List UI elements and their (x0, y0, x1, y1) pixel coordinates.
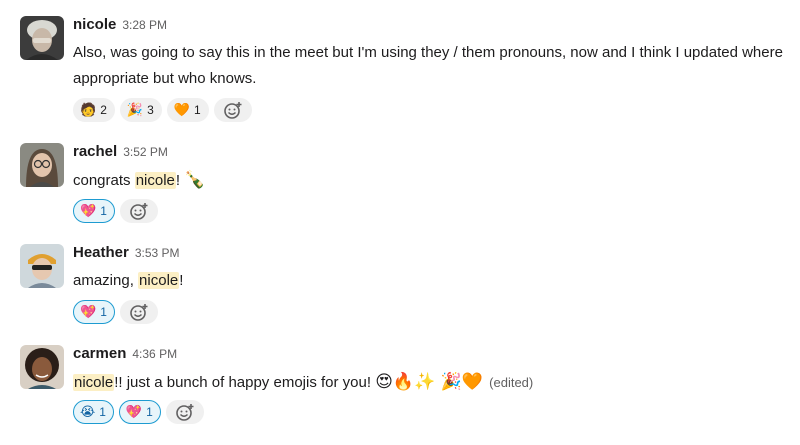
person-emoji-icon: 🧑 (80, 102, 97, 118)
add-reaction-button[interactable] (119, 199, 158, 223)
reactions-bar: 🧑 2 🎉 3 🧡 1 (73, 98, 252, 122)
reaction-sparkling-heart[interactable]: 💖 1 (73, 300, 115, 324)
reaction-sparkling-heart[interactable]: 💖 1 (118, 400, 161, 424)
message-text: amazing, nicole! (73, 268, 788, 294)
sparkling-heart-emoji-icon: 💖 (80, 203, 97, 219)
reactions-bar: 💖 1 (73, 199, 158, 223)
sparkling-heart-emoji-icon: 💖 (80, 304, 97, 320)
add-reaction-button[interactable] (213, 98, 252, 122)
happy-emojis-icon: 😍🔥✨ 🎉🧡 (375, 372, 483, 392)
add-reaction-icon (175, 404, 194, 421)
message-text: congrats nicole! 🍾 (73, 167, 788, 194)
reaction-count: 1 (193, 103, 201, 117)
message-timestamp[interactable]: 3:28 PM (122, 18, 167, 32)
user-mention[interactable]: nicole (73, 374, 115, 391)
text-before-mention: amazing, (73, 272, 139, 289)
avatar[interactable] (20, 143, 64, 187)
message-timestamp[interactable]: 3:53 PM (135, 246, 180, 260)
message-text-content: Also, was going to say this in the meet … (73, 44, 783, 87)
author-name[interactable]: Heather (73, 244, 129, 261)
author-name[interactable]: nicole (73, 16, 116, 33)
orange-heart-emoji-icon: 🧡 (173, 102, 190, 118)
text-after-mention: ! (175, 172, 185, 189)
edited-label: (edited) (489, 375, 534, 390)
add-reaction-button[interactable] (165, 400, 204, 424)
user-mention[interactable]: nicole (138, 272, 180, 289)
reaction-count: 1 (146, 405, 153, 419)
author-name[interactable]: rachel (73, 143, 117, 160)
reaction-orange-heart[interactable]: 🧡 1 (166, 98, 209, 122)
avatar[interactable] (20, 345, 64, 389)
message-text: Also, was going to say this in the meet … (73, 40, 788, 92)
avatar[interactable] (20, 244, 64, 288)
reaction-count: 1 (99, 405, 106, 419)
reaction-count: 1 (100, 204, 107, 218)
text-after-mention: ! (179, 272, 184, 289)
add-reaction-button[interactable] (119, 300, 158, 324)
sob-emoji-icon: 😭 (80, 404, 96, 420)
add-reaction-icon (223, 102, 242, 119)
reaction-person[interactable]: 🧑 2 (73, 98, 115, 122)
author-name[interactable]: carmen (73, 345, 126, 362)
reaction-count: 3 (147, 103, 154, 117)
add-reaction-icon (130, 203, 148, 220)
avatar[interactable] (20, 16, 64, 60)
message-timestamp[interactable]: 3:52 PM (123, 145, 168, 159)
reaction-count: 1 (100, 305, 107, 319)
add-reaction-icon (130, 304, 148, 321)
text-before-mention: congrats (73, 172, 135, 189)
reaction-count: 2 (100, 103, 107, 117)
reactions-bar: 💖 1 (73, 300, 158, 324)
reaction-sob[interactable]: 😭 1 (73, 400, 114, 424)
reaction-sparkling-heart[interactable]: 💖 1 (73, 199, 115, 223)
sparkling-heart-emoji-icon: 💖 (125, 404, 143, 420)
user-mention[interactable]: nicole (134, 172, 176, 189)
message-text: nicole!! just a bunch of happy emojis fo… (73, 369, 788, 396)
champagne-emoji-icon: 🍾 (184, 170, 206, 190)
reaction-tada[interactable]: 🎉 3 (119, 98, 162, 122)
message-timestamp[interactable]: 4:36 PM (132, 347, 177, 361)
text-after-mention: !! just a bunch of happy emojis for you! (114, 374, 376, 391)
reactions-bar: 😭 1 💖 1 (73, 400, 204, 424)
tada-emoji-icon: 🎉 (126, 102, 144, 118)
